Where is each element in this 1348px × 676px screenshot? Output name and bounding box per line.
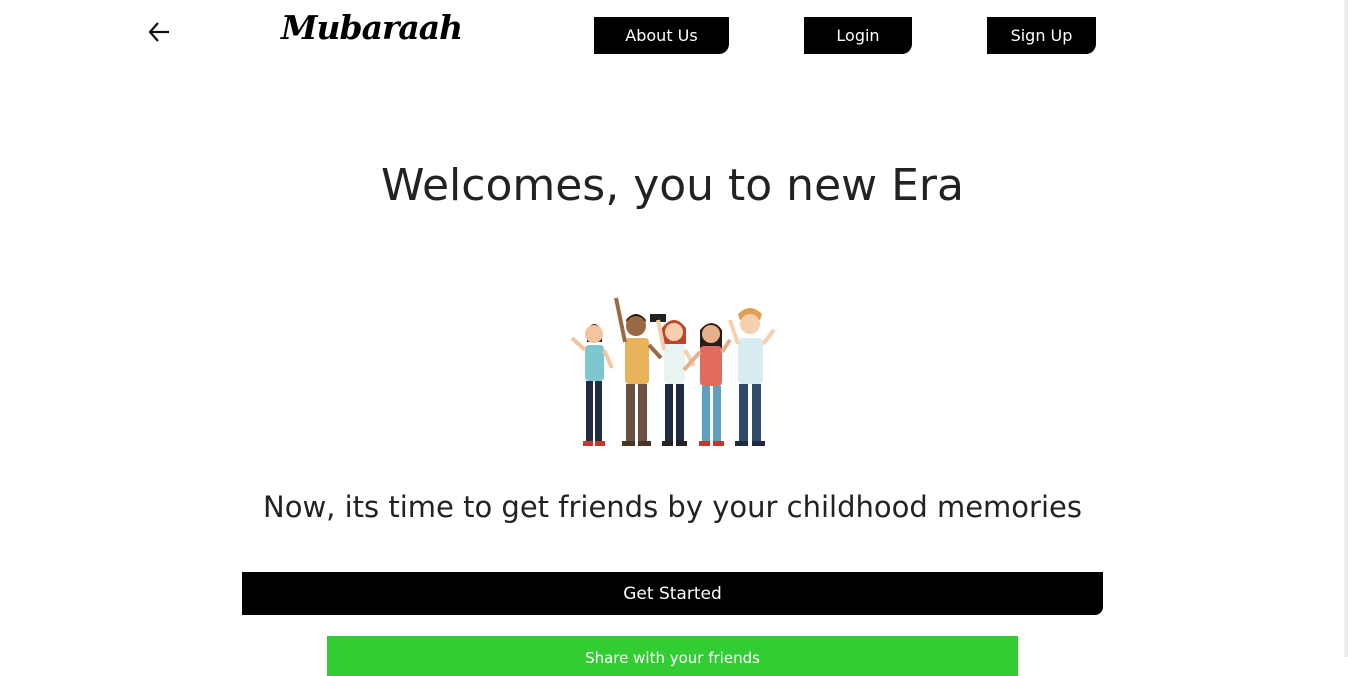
brand-logo[interactable]: Mubaraah <box>281 8 463 47</box>
hero-headline: Welcomes, you to new Era <box>381 160 964 211</box>
scrollbar-edge <box>1344 0 1348 657</box>
sign-up-button[interactable]: Sign Up <box>987 17 1096 54</box>
get-started-button[interactable]: Get Started <box>242 572 1103 615</box>
back-arrow-icon[interactable] <box>147 20 173 44</box>
hero-subline: Now, its time to get friends by your chi… <box>263 490 1082 524</box>
group-of-friends-illustration <box>564 290 784 452</box>
about-us-button[interactable]: About Us <box>594 17 729 54</box>
person-1 <box>570 324 614 446</box>
share-with-friends-button[interactable]: Share with your friends <box>327 636 1018 676</box>
login-button[interactable]: Login <box>804 17 912 54</box>
